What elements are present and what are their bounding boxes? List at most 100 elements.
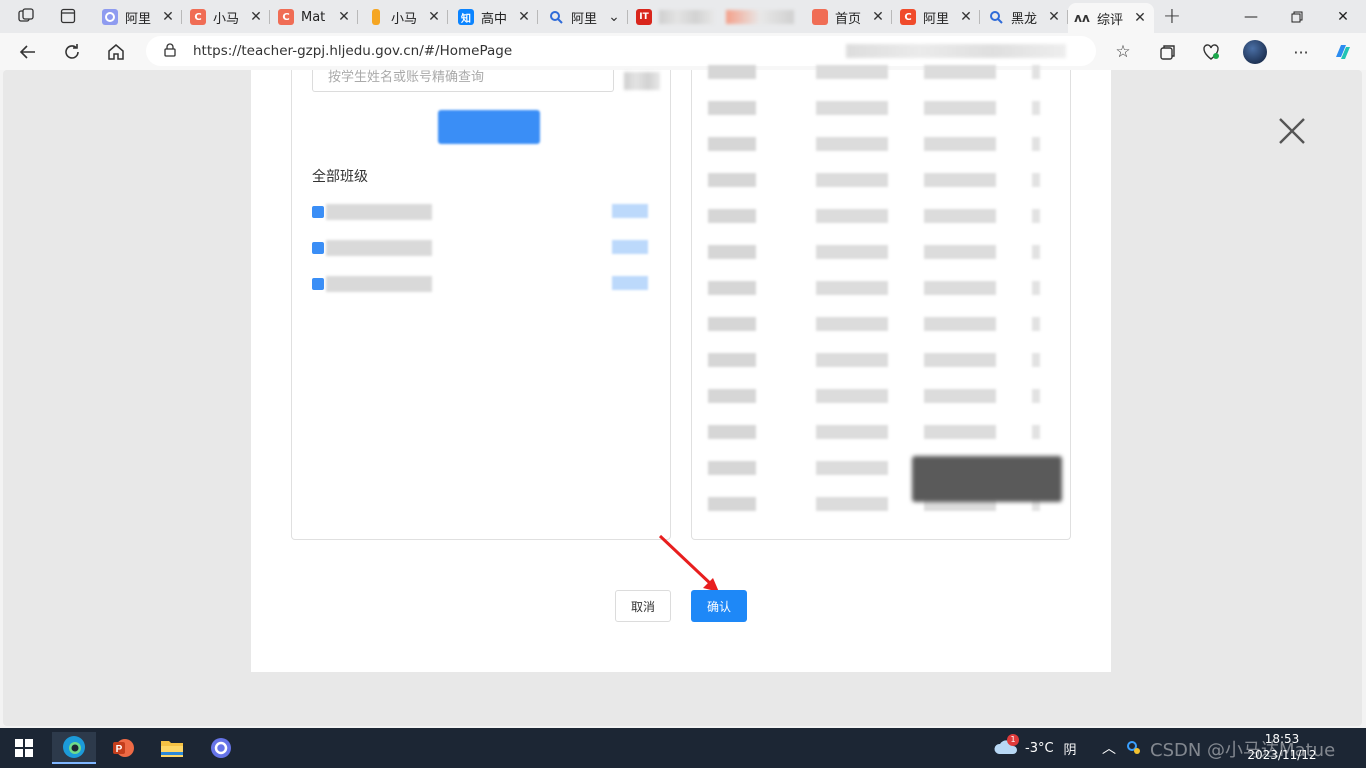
class-count-badge <box>612 204 648 218</box>
file-explorer-icon[interactable] <box>150 732 194 764</box>
tab-title: 黑龙 <box>1011 11 1038 27</box>
close-tab-icon[interactable]: ✕ <box>1046 9 1062 25</box>
lock-icon[interactable] <box>164 43 176 57</box>
edge-browser-icon[interactable] <box>52 732 96 764</box>
close-tab-icon[interactable]: ✕ <box>248 9 264 25</box>
tab-favicon-icon: 知 <box>458 9 474 25</box>
temperature-text: -3°C <box>1025 740 1054 756</box>
tab-strip: 阿里 ✕ C 小马 ✕ C Mat ✕ 小马 ✕ 知 高中 ✕ 阿里 ⌄ IT … <box>0 0 1366 33</box>
close-window-icon[interactable]: ✕ <box>1320 0 1366 33</box>
restore-icon[interactable] <box>1274 0 1320 33</box>
browser-tab[interactable]: C 小马 ✕ <box>184 3 270 31</box>
close-tab-icon[interactable]: ✕ <box>426 9 442 25</box>
profile-avatar[interactable] <box>1240 37 1270 67</box>
cancel-button[interactable]: 取消 <box>615 590 671 622</box>
all-classes-label: 全部班级 <box>312 169 368 185</box>
browser-tab[interactable]: C 阿里 ✕ <box>894 3 980 31</box>
student-row[interactable] <box>708 281 1040 295</box>
tray-app-icon[interactable] <box>1126 728 1142 768</box>
csdn-watermark: CSDN @小马达Matue <box>1150 740 1336 761</box>
tab-title <box>726 10 794 24</box>
checkbox-checked-icon[interactable] <box>312 278 324 290</box>
search-app-icon[interactable] <box>199 732 243 764</box>
confirm-button[interactable]: 确认 <box>691 590 747 622</box>
browser-tab[interactable]: 知 高中 ✕ <box>452 3 538 31</box>
tab-favicon-icon <box>102 9 118 25</box>
class-checkbox-row[interactable] <box>312 274 648 298</box>
class-checkbox-row[interactable] <box>312 238 648 262</box>
tab-title <box>659 10 714 24</box>
address-bar[interactable]: https://teacher-gzpj.hljedu.gov.cn/#/Hom… <box>146 36 1096 66</box>
student-row[interactable] <box>708 317 1040 331</box>
tab-actions-icon[interactable] <box>54 4 82 28</box>
browser-tab[interactable]: C Mat ✕ <box>272 3 358 31</box>
tab-favicon-icon: IT <box>636 9 652 25</box>
checkbox-checked-icon[interactable] <box>312 206 324 218</box>
close-tab-icon[interactable]: ✕ <box>1132 10 1148 26</box>
browser-tab[interactable]: 小马 ✕ <box>362 3 448 31</box>
student-row[interactable] <box>708 425 1040 439</box>
home-icon[interactable] <box>101 37 131 67</box>
tab-title: 高中 <box>481 11 508 27</box>
browser-essentials-icon[interactable] <box>1196 37 1226 67</box>
tab-favicon-icon: C <box>190 9 206 25</box>
close-tab-icon[interactable]: ✕ <box>160 9 176 25</box>
student-row[interactable] <box>708 101 1040 115</box>
checkbox-checked-icon[interactable] <box>312 242 324 254</box>
class-name <box>326 276 432 292</box>
close-dialog-icon[interactable] <box>1276 115 1308 147</box>
tab-title: 阿里 <box>571 11 598 27</box>
tab-favicon-icon: C <box>278 9 294 25</box>
tab-favicon-icon: C <box>900 9 916 25</box>
student-row[interactable] <box>708 209 1040 223</box>
search-button[interactable] <box>438 110 540 144</box>
student-row[interactable] <box>708 65 1040 79</box>
class-checkbox-row[interactable] <box>312 202 648 226</box>
student-search-input[interactable]: 按学生姓名或账号精确查询 <box>312 70 614 92</box>
student-row[interactable] <box>708 173 1040 187</box>
workspaces-icon[interactable] <box>12 4 40 28</box>
collections-icon[interactable] <box>1152 37 1182 67</box>
minimize-icon[interactable]: — <box>1228 0 1274 33</box>
student-row[interactable] <box>708 353 1040 367</box>
site-logo-icon: ᴧᴧ <box>1074 11 1090 25</box>
search-suffix-icon[interactable] <box>624 72 660 90</box>
browser-tab[interactable]: IT <box>630 3 720 31</box>
new-tab-icon[interactable]: + <box>1158 4 1186 29</box>
search-icon <box>548 9 564 25</box>
close-tab-icon[interactable]: ✕ <box>958 9 974 25</box>
browser-tab[interactable]: 黑龙 ✕ <box>982 3 1068 31</box>
powerpoint-icon[interactable]: P <box>101 732 145 764</box>
cloud-icon: 1 <box>993 734 1019 758</box>
browser-tab[interactable] <box>720 3 800 31</box>
refresh-icon[interactable] <box>57 37 87 67</box>
more-options-icon[interactable]: ··· <box>1286 37 1316 67</box>
student-row[interactable] <box>708 245 1040 259</box>
weather-widget[interactable]: 1 -3°C 阴 <box>993 728 1077 768</box>
browser-tab-active[interactable]: ᴧᴧ 综评 ✕ <box>1068 3 1154 33</box>
navigation-bar: https://teacher-gzpj.hljedu.gov.cn/#/Hom… <box>0 33 1366 70</box>
close-tab-icon[interactable]: ✕ <box>870 9 886 25</box>
back-icon[interactable] <box>13 37 43 67</box>
student-row[interactable] <box>708 389 1040 403</box>
svg-text:P: P <box>116 744 123 755</box>
browser-tab[interactable]: 阿里 ⌄ <box>542 3 628 31</box>
redaction-mark <box>912 456 1062 502</box>
browser-tab[interactable]: 阿里 ✕ <box>96 3 182 31</box>
browser-tab[interactable]: 首页 ✕ <box>806 3 892 31</box>
class-name <box>326 204 432 220</box>
tab-title: 小马 <box>213 11 240 27</box>
student-row[interactable] <box>708 137 1040 151</box>
class-count-badge <box>612 240 648 254</box>
start-menu-icon[interactable] <box>2 732 46 764</box>
show-hidden-icons-icon[interactable]: ︿ <box>1102 728 1116 768</box>
tab-title: Mat <box>301 9 326 25</box>
tab-dropdown-icon[interactable]: ⌄ <box>606 9 622 25</box>
close-tab-icon[interactable]: ✕ <box>516 9 532 25</box>
weather-badge: 1 <box>1007 734 1019 746</box>
favorites-icon[interactable]: ☆ <box>1108 37 1138 67</box>
tab-title: 小马 <box>391 11 418 27</box>
copilot-icon[interactable] <box>1328 37 1358 67</box>
search-icon <box>988 9 1004 25</box>
close-tab-icon[interactable]: ✕ <box>336 9 352 25</box>
